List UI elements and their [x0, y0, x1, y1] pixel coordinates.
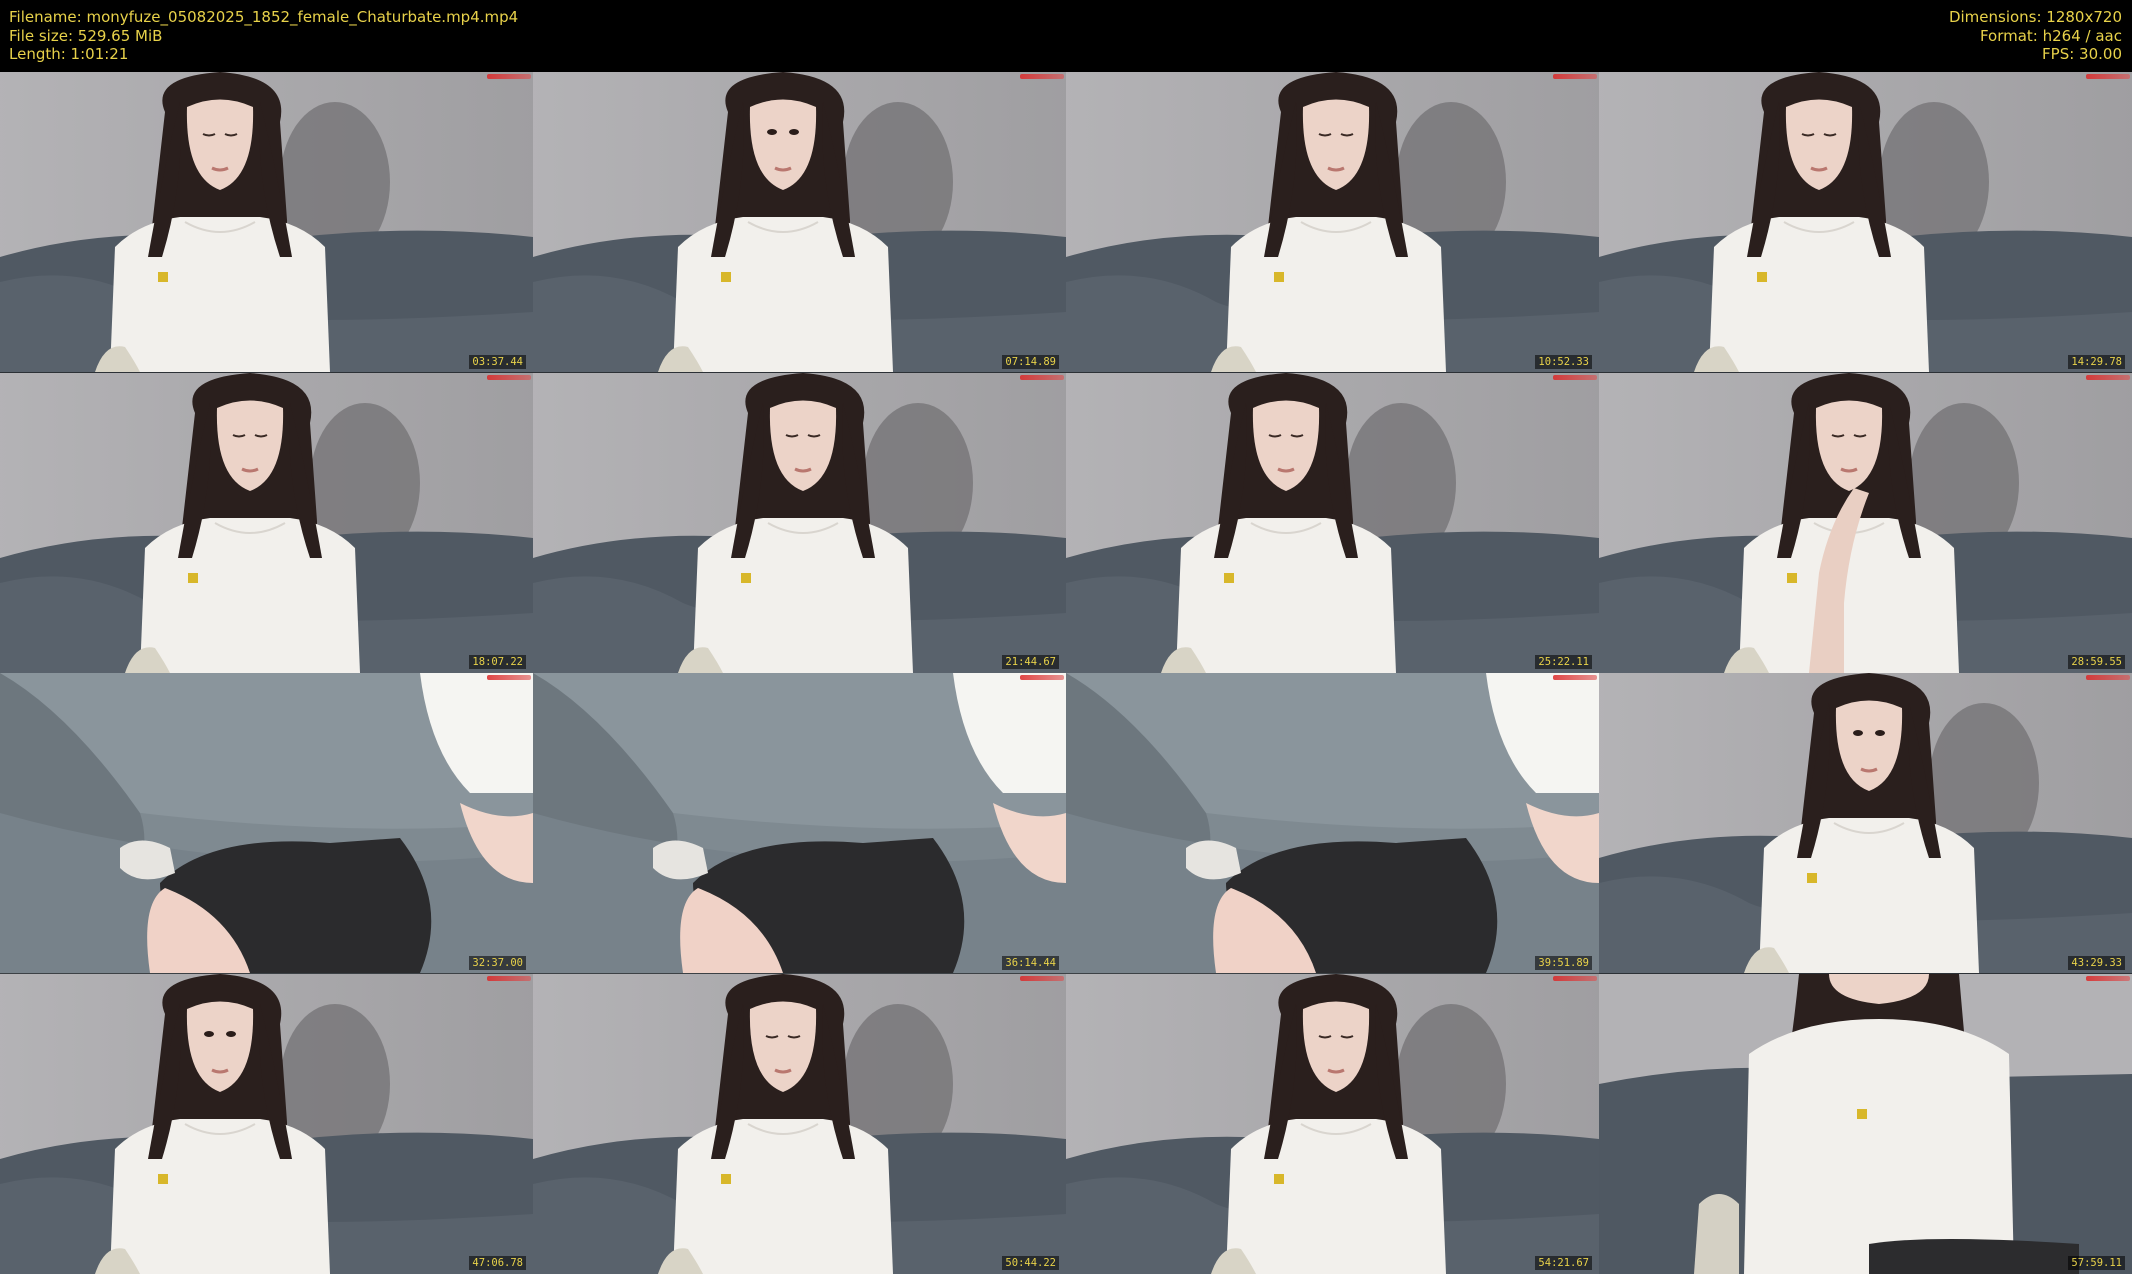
video-thumbnail: 50:44.22	[533, 973, 1066, 1274]
video-thumbnail: 47:06.78	[0, 973, 533, 1274]
video-thumbnail: 57:59.11	[1599, 973, 2132, 1274]
video-thumbnail: 54:21.67	[1066, 973, 1599, 1274]
thumbnail-timestamp: 18:07.22	[469, 655, 526, 669]
video-thumbnail: 18:07.22	[0, 372, 533, 673]
file-info-left: Filename: monyfuze_05082025_1852_female_…	[9, 8, 518, 64]
thumbnail-timestamp: 50:44.22	[1002, 1256, 1059, 1270]
video-thumbnail: 25:22.11	[1066, 372, 1599, 673]
video-thumbnail: 10:52.33	[1066, 72, 1599, 373]
thumbnail-timestamp: 28:59.55	[2068, 655, 2125, 669]
thumbnail-frame	[0, 72, 533, 373]
filename-text: Filename: monyfuze_05082025_1852_female_…	[9, 8, 519, 26]
thumbnail-frame	[1066, 372, 1599, 673]
watermark	[1020, 374, 1064, 380]
video-thumbnail: 39:51.89	[1066, 673, 1599, 974]
video-thumbnail: 07:14.89	[533, 72, 1066, 373]
file-info-right: Dimensions: 1280x720 Format: h264 / aac …	[1949, 8, 2122, 64]
thumbnail-timestamp: 54:21.67	[1535, 1256, 1592, 1270]
dimensions-text: Dimensions: 1280x720	[1948, 8, 2122, 26]
video-thumbnail: 14:29.78	[1599, 72, 2132, 373]
watermark	[1020, 975, 1064, 981]
info-header: Filename: monyfuze_05082025_1852_female_…	[0, 0, 2132, 72]
thumbnail-frame	[1066, 72, 1599, 373]
thumbnail-frame	[0, 973, 533, 1274]
video-thumbnail: 28:59.55	[1599, 372, 2132, 673]
thumbnail-timestamp: 10:52.33	[1535, 354, 1592, 369]
watermark	[1553, 374, 1597, 380]
thumbnail-timestamp: 25:22.11	[1535, 655, 1592, 669]
thumbnail-timestamp: 39:51.89	[1535, 955, 1592, 970]
thumbnail-frame	[1599, 72, 2132, 373]
thumbnail-timestamp: 21:44.67	[1002, 655, 1059, 669]
length-text: Length: 1:01:21	[9, 45, 129, 63]
thumbnail-timestamp: 57:59.11	[2068, 1256, 2125, 1270]
thumbnail-frame	[533, 673, 1066, 974]
thumbnail-timestamp: 03:37.44	[469, 354, 526, 369]
watermark	[1553, 975, 1597, 981]
thumbnail-frame	[533, 72, 1066, 373]
thumbnail-timestamp: 14:29.78	[2068, 354, 2125, 369]
thumbnail-frame	[1066, 973, 1599, 1274]
fps-text: FPS: 30.00	[2042, 45, 2122, 63]
watermark	[487, 675, 531, 680]
thumbnail-frame	[1599, 973, 2132, 1274]
thumbnail-frame	[1066, 673, 1599, 974]
thumbnail-frame	[0, 372, 533, 673]
thumbnail-timestamp: 47:06.78	[469, 1256, 526, 1270]
thumbnail-timestamp: 07:14.89	[1002, 354, 1059, 369]
video-thumbnail: 36:14.44	[533, 673, 1066, 974]
video-thumbnail: 03:37.44	[0, 72, 533, 373]
thumbnail-timestamp: 36:14.44	[1002, 955, 1059, 970]
format-text: Format: h264 / aac	[1979, 26, 2122, 45]
video-thumbnail: 21:44.67	[533, 372, 1066, 673]
watermark	[1020, 675, 1064, 680]
watermark	[2086, 975, 2130, 981]
video-thumbnail: 32:37.00	[0, 673, 533, 974]
thumbnail-frame	[533, 372, 1066, 673]
watermark	[1553, 74, 1597, 79]
watermark	[1020, 74, 1064, 79]
thumbnail-timestamp: 43:29.33	[2068, 955, 2125, 970]
thumbnail-timestamp: 32:37.00	[469, 955, 526, 970]
thumbnail-frame	[1599, 673, 2132, 974]
filesize-text: File size: 529.65 MiB	[9, 26, 163, 45]
watermark	[2086, 74, 2130, 79]
watermark	[487, 975, 531, 981]
watermark	[1553, 675, 1597, 680]
watermark	[2086, 374, 2130, 380]
thumbnail-frame	[533, 973, 1066, 1274]
watermark	[2086, 675, 2130, 680]
watermark	[487, 74, 531, 79]
video-thumbnail: 43:29.33	[1599, 673, 2132, 974]
thumbnail-frame	[1599, 372, 2132, 673]
thumbnail-grid: 03:37.44 07:14.89 10:52.33 14:29.78 18:0…	[0, 72, 2132, 1274]
thumbnail-frame	[0, 673, 533, 974]
watermark	[487, 374, 531, 380]
